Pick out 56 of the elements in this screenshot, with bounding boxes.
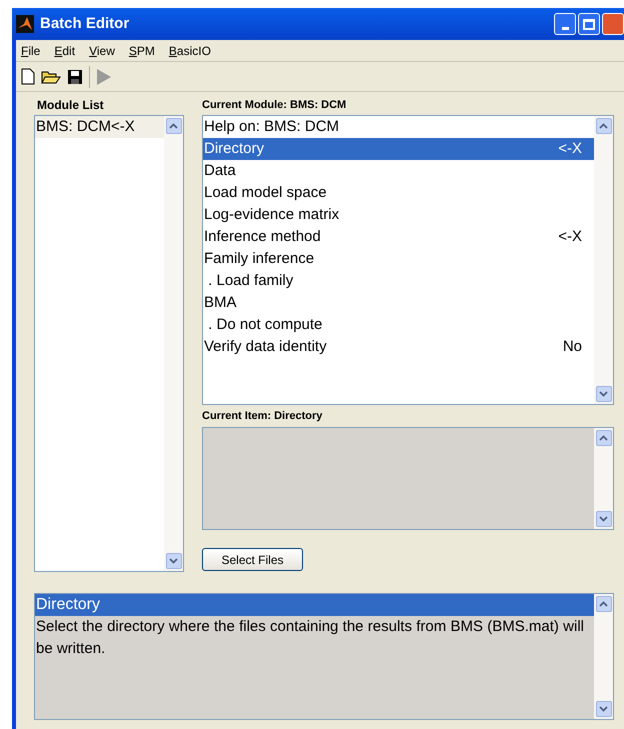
select-files-button[interactable]: Select Files xyxy=(202,548,303,571)
scrollbar[interactable] xyxy=(594,594,613,719)
list-item[interactable]: Directory <-X xyxy=(203,138,594,160)
scroll-up-button[interactable] xyxy=(596,118,612,134)
app-logo-icon xyxy=(16,15,34,33)
scroll-down-button[interactable] xyxy=(596,701,612,717)
list-item[interactable]: BMS: DCM<-X xyxy=(35,116,164,138)
close-button[interactable] xyxy=(602,13,624,35)
play-icon xyxy=(96,68,112,86)
maximize-icon xyxy=(583,18,595,30)
list-item[interactable]: Help on: BMS: DCM xyxy=(203,116,594,138)
list-item[interactable]: Data xyxy=(203,160,594,182)
scroll-down-button[interactable] xyxy=(596,386,612,402)
minimize-button[interactable] xyxy=(554,13,576,35)
new-file-icon xyxy=(21,68,35,85)
current-item-label: Current Item: Directory xyxy=(202,409,324,424)
list-item[interactable]: BMA xyxy=(203,292,594,314)
scrollbar[interactable] xyxy=(594,116,613,404)
chevron-up-icon xyxy=(169,123,178,129)
list-item[interactable]: Verify data identity No xyxy=(203,336,594,358)
help-title: Directory xyxy=(35,594,594,616)
help-text: Select the directory where the files containing the results from BMS (BMS.mat) will be written. xyxy=(35,617,585,659)
current-module-list[interactable]: Help on: BMS: DCM Directory <-X Data Load model space Log-evidence matrix Inference method <-X Family inference . Load family BMA . Do not compute Verify data identity No xyxy=(202,115,614,405)
maximize-button[interactable] xyxy=(578,13,600,35)
scroll-up-button[interactable] xyxy=(166,118,182,134)
minimize-icon xyxy=(562,27,568,30)
folder-icon xyxy=(41,68,61,84)
chevron-up-icon xyxy=(599,123,608,129)
module-list[interactable]: BMS: DCM<-X xyxy=(34,115,184,572)
scroll-up-button[interactable] xyxy=(596,430,612,446)
scroll-down-button[interactable] xyxy=(166,553,182,569)
chevron-down-icon xyxy=(599,706,608,712)
menu-item[interactable]: View xyxy=(89,42,115,60)
chevron-down-icon xyxy=(599,391,608,397)
chevron-up-icon xyxy=(599,601,608,607)
chevron-up-icon xyxy=(599,435,608,441)
window-title: Batch Editor xyxy=(40,14,130,34)
scrollbar[interactable] xyxy=(594,428,613,529)
list-item[interactable]: Family inference xyxy=(203,248,594,270)
chevron-down-icon xyxy=(169,558,178,564)
menu-item[interactable]: File xyxy=(21,42,40,60)
list-item[interactable]: . Load family xyxy=(203,270,594,292)
menu-item[interactable]: Edit xyxy=(54,42,76,60)
scroll-down-button[interactable] xyxy=(596,511,612,527)
list-item[interactable]: Inference method <-X xyxy=(203,226,594,248)
menu-item[interactable]: SPM xyxy=(128,42,155,60)
menu-item[interactable]: BasicIO xyxy=(168,42,211,60)
current-item-box[interactable] xyxy=(202,427,614,530)
list-item[interactable]: Load model space xyxy=(203,182,594,204)
list-item[interactable]: Log-evidence matrix xyxy=(203,204,594,226)
module-list-label: Module List xyxy=(37,97,105,114)
chevron-down-icon xyxy=(599,516,608,522)
list-item[interactable]: . Do not compute xyxy=(203,314,594,336)
current-module-label: Current Module: BMS: DCM xyxy=(202,98,348,113)
scroll-up-button[interactable] xyxy=(596,596,612,612)
scrollbar[interactable] xyxy=(164,116,183,571)
